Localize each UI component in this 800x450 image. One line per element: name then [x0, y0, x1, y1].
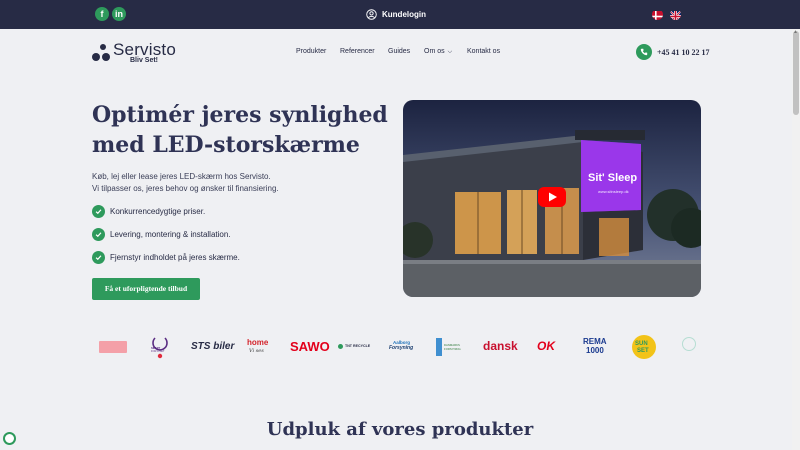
brand-logo-smart: SMART FOR LIVET — [145, 335, 175, 359]
brand-logo-danish-utility: DANMARKS FORSYNING — [436, 335, 472, 359]
nav-item-om-os-label: Om os — [424, 48, 445, 55]
brand-logo-ok: OK — [537, 339, 555, 353]
feature-item: Konkurrencedygtige priser. — [92, 204, 332, 218]
nav-item-referencer[interactable]: Referencer — [340, 48, 375, 55]
faded-logo-mark — [682, 337, 696, 351]
facebook-icon[interactable]: f — [95, 7, 109, 21]
nav-item-om-os[interactable]: Om os ⌵ — [424, 48, 452, 56]
feature-item: Levering, montering & installation. — [92, 227, 332, 241]
phone-number[interactable]: +45 41 10 22 17 — [657, 48, 710, 57]
nav-item-kontakt-os[interactable]: Kontakt os — [467, 48, 500, 55]
feature-item: Fjernstyr indholdet på jeres skærme. — [92, 250, 332, 264]
brand-logo-aalborg: Aalborg Forsyning — [389, 340, 414, 351]
brand-logo-sunset: SUN SET — [631, 335, 657, 359]
check-icon — [92, 227, 105, 241]
brand-logo-1 — [99, 335, 127, 359]
english-flag-icon[interactable] — [670, 9, 681, 20]
nav-item-guides[interactable]: Guides — [388, 48, 410, 55]
hero-title-line: Optimér jeres synlighed — [92, 102, 388, 128]
hero-subtitle: Køb, lej eller lease jeres LED-skærm hos… — [92, 171, 332, 195]
servisto-logo[interactable]: Servisto Bliv Set! — [92, 40, 182, 68]
section-title: Udpluk af vores produkter — [266, 419, 534, 440]
hero-title-line: med LED-storskærme — [92, 132, 360, 158]
logo-dot — [100, 44, 106, 50]
sunset-circle — [632, 335, 656, 359]
brand-logo-tnt: TNT RECYCLE — [338, 335, 374, 359]
hero-title: Optimér jeres synlighed med LED-storskær… — [92, 100, 392, 160]
danish-flag-icon[interactable] — [652, 9, 663, 20]
hero-subtitle-line: Køb, lej eller lease jeres LED-skærm hos… — [92, 172, 271, 181]
brand-logo-rema: REMA 1000 — [583, 337, 607, 355]
screen-url-text: www.sitnsleep.dk — [598, 189, 629, 194]
tnt-mark — [338, 344, 343, 349]
check-icon — [92, 250, 105, 264]
logo-tagline: Bliv Set! — [130, 57, 159, 64]
scroll-up-icon[interactable]: ▲ — [793, 29, 798, 35]
brand-logo-block — [99, 341, 127, 353]
hero-subtitle-line: Vi tilpasser os, jeres behov og ønsker t… — [92, 184, 279, 193]
chevron-down-icon: ⌵ — [447, 49, 453, 55]
logo-dot — [92, 53, 100, 61]
feature-text: Konkurrencedygtige priser. — [110, 206, 206, 216]
feature-text: Levering, montering & installation. — [110, 229, 231, 239]
logo-dot — [102, 53, 110, 61]
utility-mark — [436, 338, 442, 356]
user-icon — [366, 9, 377, 20]
phone-icon[interactable] — [636, 44, 652, 60]
check-icon — [92, 204, 105, 218]
recaptcha-badge-icon[interactable] — [3, 432, 16, 445]
brand-logo-faded — [678, 335, 700, 359]
brand-logo-sawo: SAWO — [290, 339, 330, 354]
scrollbar-thumb[interactable] — [793, 31, 799, 115]
play-button[interactable] — [538, 187, 566, 207]
brand-logo-sts: STS biler — [191, 341, 235, 352]
linkedin-icon[interactable]: in — [112, 7, 126, 21]
customer-login-link[interactable]: Kundelogin — [366, 8, 426, 21]
feature-text: Fjernstyr indholdet på jeres skærme. — [110, 252, 240, 262]
screen-brand-text: Sit' Sleep — [588, 172, 638, 184]
get-offer-button[interactable]: Få et uforpligtende tilbud — [92, 278, 200, 300]
customer-login-label: Kundelogin — [382, 10, 426, 19]
nav-item-produkter[interactable]: Produkter — [296, 48, 326, 55]
brand-logo-dansk: dansk — [483, 339, 518, 353]
brand-logo-home: home Vi ses — [247, 338, 269, 354]
play-icon — [549, 192, 557, 202]
